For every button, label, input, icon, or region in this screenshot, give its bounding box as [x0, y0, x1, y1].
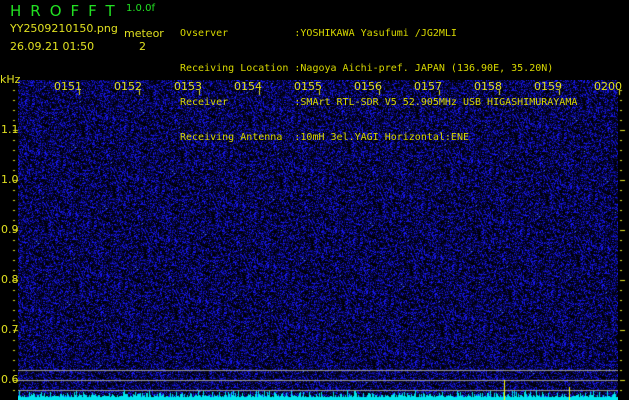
time-tick-label: 0155 — [294, 80, 322, 93]
y-unit-label: kHz — [0, 73, 21, 86]
info-row: Receiving Location :Nagoya Aichi-pref. J… — [180, 63, 577, 75]
filename: YY2509210150.png — [10, 22, 118, 35]
info-label: Receiver — [180, 97, 295, 108]
info-label: Receiving Location — [180, 62, 295, 74]
time-tick-label: 0152 — [114, 80, 142, 93]
time-tick-label: 0156 — [354, 80, 382, 93]
info-value: :SMArt RTL-SDR V5 52.905MHz USB HIGASHIM… — [294, 97, 578, 108]
y-tick-label: 0.6 — [1, 373, 19, 386]
info-row: Receiving Antenna :10mH 3el.YAGI Horizon… — [180, 132, 577, 144]
info-label: Ovserver — [180, 28, 295, 39]
info-row: Receiver :SMArt RTL-SDR V5 52.905MHz USB… — [180, 97, 577, 109]
y-tick-label: 0.9 — [1, 223, 19, 236]
info-row: Ovserver :YOSHIKAWA Yasufumi /JG2MLI — [180, 28, 577, 40]
time-tick-label: 0153 — [174, 80, 202, 93]
time-tick-label: 0151 — [54, 80, 82, 93]
info-value: :Nagoya Aichi-pref. JAPAN (136.90E, 35.2… — [294, 62, 554, 74]
app-version: 1.0.0f — [126, 3, 155, 14]
y-tick-label: 0.8 — [1, 273, 19, 286]
time-tick-label: 0157 — [414, 80, 442, 93]
y-tick-label: 0.7 — [1, 323, 19, 336]
y-tick-label: 1.1 — [1, 123, 19, 136]
info-value: :10mH 3el.YAGI Horizontal:ENE — [294, 131, 469, 143]
y-tick-label: 1.0 — [1, 173, 19, 186]
info-label: Receiving Antenna — [180, 131, 295, 143]
datetime: 26.09.21 01:50 — [10, 40, 95, 53]
meteor-count: 2 — [139, 40, 146, 53]
time-tick-label: 0200 — [594, 80, 622, 93]
time-tick-label: 0154 — [234, 80, 262, 93]
meteor-label: meteor — [124, 27, 164, 40]
app-brand: HROFFT — [10, 2, 124, 20]
time-tick-label: 0159 — [534, 80, 562, 93]
info-value: :YOSHIKAWA Yasufumi /JG2MLI — [294, 28, 457, 39]
time-tick-label: 0158 — [474, 80, 502, 93]
